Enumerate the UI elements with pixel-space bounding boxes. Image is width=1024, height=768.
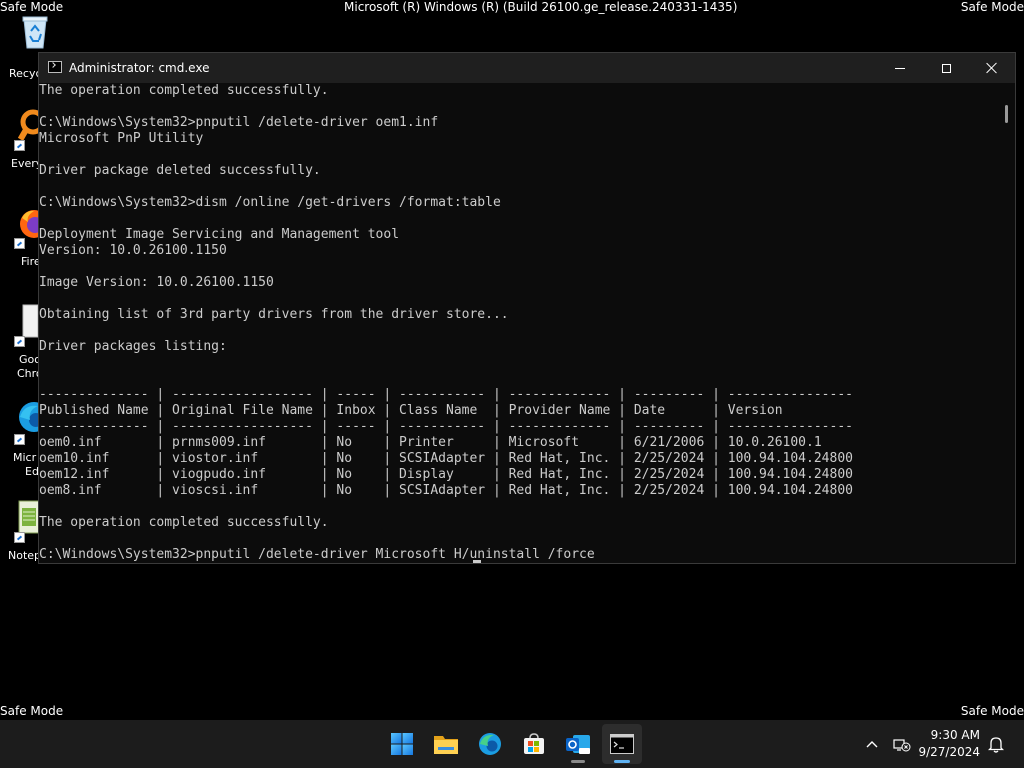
console-line: oem0.inf | prnms009.inf | No | Printer |… xyxy=(39,435,822,450)
window-title: Administrator: cmd.exe xyxy=(69,61,210,75)
vertical-scrollbar[interactable] xyxy=(999,83,1015,563)
maximize-button[interactable] xyxy=(923,53,969,83)
clock[interactable]: 9:30 AM 9/27/2024 xyxy=(910,727,980,761)
edge-button[interactable] xyxy=(470,724,510,764)
console-line: Deployment Image Servicing and Managemen… xyxy=(39,227,400,242)
cmd-window[interactable]: Administrator: cmd.exe The operation com… xyxy=(38,52,1016,564)
console-line: oem8.inf | vioscsi.inf | No | SCSIAdapte… xyxy=(39,483,853,498)
chevron-up-icon xyxy=(866,741,878,748)
windows-logo-icon xyxy=(391,733,413,755)
shortcut-arrow-icon xyxy=(14,336,25,347)
recycle-bin-icon xyxy=(22,16,48,49)
console-line: C:\Windows\System32>dism /online /get-dr… xyxy=(39,195,501,210)
running-indicator xyxy=(571,760,585,763)
console-line: The operation completed successfully. xyxy=(39,83,329,98)
console-text: The operation completed successfully. C:\… xyxy=(39,83,999,563)
file-explorer-button[interactable] xyxy=(426,724,466,764)
store-button[interactable] xyxy=(514,724,554,764)
firefox-icon xyxy=(20,210,40,238)
console-line: C:\Windows\System32>pnputil /delete-driv… xyxy=(39,547,595,562)
show-hidden-icons-button[interactable] xyxy=(860,720,884,768)
edge-icon xyxy=(479,733,501,755)
cmd-icon xyxy=(48,61,62,73)
console-line: -------------- | ------------------ | --… xyxy=(39,419,853,434)
cmd-button[interactable] xyxy=(602,724,642,764)
console-line: Version: 10.0.26100.1150 xyxy=(39,243,227,258)
shortcut-arrow-icon xyxy=(14,140,25,151)
scrollbar-thumb[interactable] xyxy=(1005,105,1008,123)
desktop-icon-label-line2: Ed xyxy=(25,465,39,478)
store-icon xyxy=(524,733,544,754)
text-cursor xyxy=(473,560,481,563)
notepad-icon xyxy=(18,500,40,534)
close-icon xyxy=(986,62,998,74)
minimize-button[interactable] xyxy=(877,53,923,83)
safe-mode-label-bottom-left: Safe Mode xyxy=(0,704,64,718)
network-disconnected-icon xyxy=(893,739,911,752)
console-line: Image Version: 10.0.26100.1150 xyxy=(39,275,274,290)
safe-mode-label-bottom-right: Safe Mode xyxy=(960,704,1024,718)
console-line: The operation completed successfully. xyxy=(39,515,329,530)
maximize-icon xyxy=(941,63,951,73)
notifications-button[interactable] xyxy=(984,720,1008,768)
shortcut-arrow-icon xyxy=(14,434,25,445)
start-button[interactable] xyxy=(382,724,422,764)
bell-icon xyxy=(988,737,1004,753)
console-output[interactable]: The operation completed successfully. C:\… xyxy=(39,83,999,563)
running-indicator xyxy=(614,760,630,763)
outlook-button[interactable] xyxy=(558,724,598,764)
clock-time: 9:30 AM xyxy=(930,728,980,742)
console-line: Obtaining list of 3rd party drivers from… xyxy=(39,307,509,322)
desktop-icon-label: Micr xyxy=(13,451,37,464)
chrome-icon xyxy=(22,304,38,338)
console-line: oem10.inf | viostor.inf | No | SCSIAdapt… xyxy=(39,451,853,466)
folder-icon xyxy=(434,736,458,754)
console-line: Published Name | Original File Name | In… xyxy=(39,403,783,418)
terminal-icon xyxy=(610,734,634,754)
console-line: Microsoft PnP Utility xyxy=(39,131,204,146)
safe-mode-label-top-right: Safe Mode xyxy=(960,0,1024,14)
desktop-icon-label: Notep xyxy=(8,549,42,562)
minimize-icon xyxy=(895,67,905,69)
desktop-icon-label: Recyc xyxy=(9,67,42,80)
clock-date: 9/27/2024 xyxy=(918,745,980,759)
edge-icon xyxy=(19,402,40,432)
taskbar: 9:30 AM 9/27/2024 xyxy=(0,720,1024,768)
build-watermark: Microsoft (R) Windows (R) (Build 26100.g… xyxy=(344,0,738,14)
console-line: Driver package deleted successfully. xyxy=(39,163,321,178)
console-line: Driver packages listing: xyxy=(39,339,227,354)
console-line: C:\Windows\System32>pnputil /delete-driv… xyxy=(39,115,439,130)
shortcut-arrow-icon xyxy=(14,532,25,543)
outlook-icon xyxy=(566,735,590,754)
window-titlebar[interactable]: Administrator: cmd.exe xyxy=(39,53,1015,83)
shortcut-arrow-icon xyxy=(14,238,25,249)
desktop: Safe Mode Safe Mode Safe Mode Safe Mode … xyxy=(0,0,1024,768)
console-line: -------------- | ------------------ | --… xyxy=(39,387,853,402)
close-button[interactable] xyxy=(969,53,1015,83)
console-line: oem12.inf | viogpudo.inf | No | Display … xyxy=(39,467,853,482)
